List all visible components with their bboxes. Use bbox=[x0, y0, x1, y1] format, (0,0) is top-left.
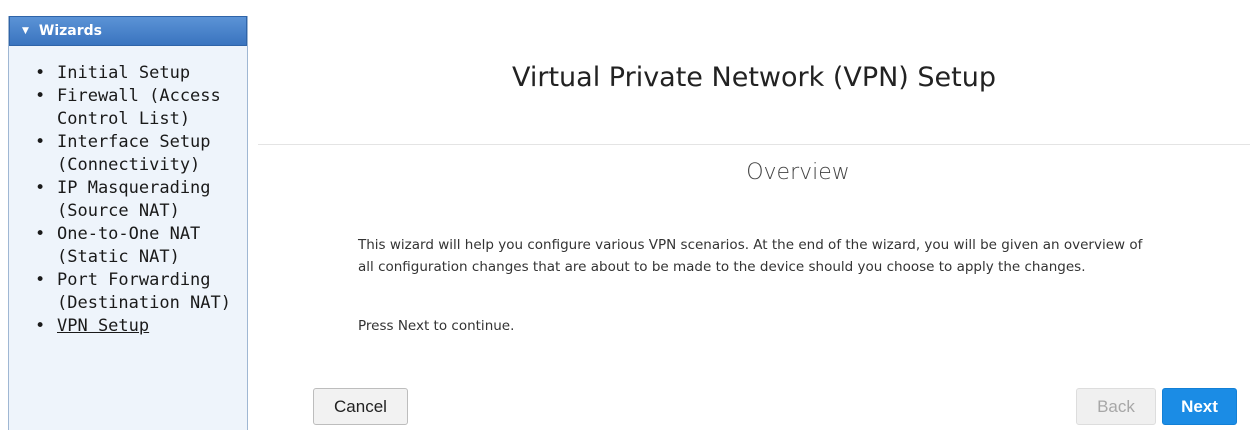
sidebar-item-label[interactable]: Port Forwarding (Destination NAT) bbox=[57, 270, 231, 313]
sidebar-item-port-forwarding[interactable]: • Port Forwarding (Destination NAT) bbox=[9, 269, 247, 315]
wizards-header[interactable]: ▼ Wizards bbox=[9, 16, 247, 46]
back-button[interactable]: Back bbox=[1076, 388, 1156, 425]
sidebar-item-label[interactable]: IP Masquerading (Source NAT) bbox=[57, 178, 211, 221]
next-button[interactable]: Next bbox=[1162, 388, 1237, 425]
overview-description: This wizard will help you configure vari… bbox=[358, 237, 1143, 275]
sidebar-item-interface-setup[interactable]: • Interface Setup (Connectivity) bbox=[9, 131, 247, 177]
bullet-icon: • bbox=[35, 178, 46, 198]
bullet-icon: • bbox=[35, 270, 46, 290]
bullet-icon: • bbox=[35, 86, 46, 106]
divider bbox=[258, 144, 1250, 145]
bullet-icon: • bbox=[35, 224, 46, 244]
sidebar-item-label[interactable]: VPN Setup bbox=[57, 316, 149, 336]
caret-down-icon: ▼ bbox=[22, 26, 29, 36]
bullet-icon: • bbox=[35, 63, 46, 83]
bullet-icon: • bbox=[35, 316, 46, 336]
sidebar-item-vpn-setup[interactable]: • VPN Setup bbox=[9, 315, 247, 338]
wizards-sidebar: ▼ Wizards • Initial Setup • Firewall (Ac… bbox=[8, 16, 248, 430]
sidebar-item-initial-setup[interactable]: • Initial Setup bbox=[9, 62, 247, 85]
sidebar-item-label[interactable]: One-to-One NAT (Static NAT) bbox=[57, 224, 200, 267]
sidebar-item-label[interactable]: Firewall (Access Control List) bbox=[57, 86, 221, 129]
sidebar-item-label[interactable]: Interface Setup (Connectivity) bbox=[57, 132, 211, 175]
page-title: Virtual Private Network (VPN) Setup bbox=[511, 62, 997, 93]
continue-hint: Press Next to continue. bbox=[358, 318, 515, 334]
bullet-icon: • bbox=[35, 132, 46, 152]
vpn-wizard-page: ▼ Wizards • Initial Setup • Firewall (Ac… bbox=[0, 0, 1250, 430]
sidebar-item-label[interactable]: Initial Setup bbox=[57, 63, 190, 83]
sidebar-item-ip-masquerading[interactable]: • IP Masquerading (Source NAT) bbox=[9, 177, 247, 223]
sidebar-item-one-to-one-nat[interactable]: • One-to-One NAT (Static NAT) bbox=[9, 223, 247, 269]
section-title: Overview bbox=[746, 160, 850, 185]
wizards-list: • Initial Setup • Firewall (Access Contr… bbox=[9, 46, 247, 338]
sidebar-item-firewall[interactable]: • Firewall (Access Control List) bbox=[9, 85, 247, 131]
wizards-header-label: Wizards bbox=[38, 23, 103, 39]
cancel-button[interactable]: Cancel bbox=[313, 388, 408, 425]
